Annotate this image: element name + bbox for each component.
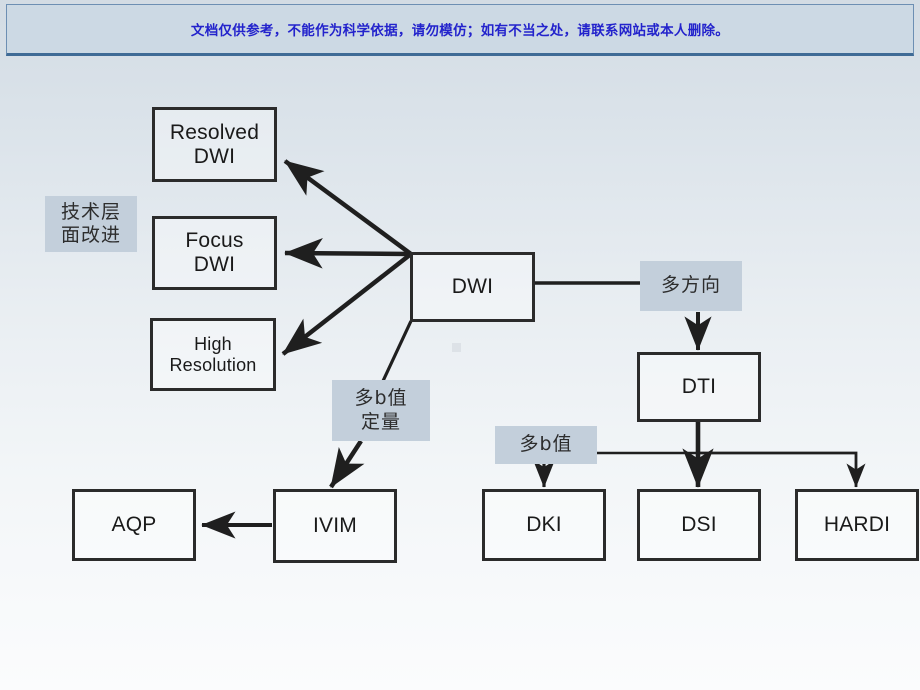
- node-dki-label: DKI: [526, 513, 562, 537]
- disclaimer-text: 文档仅供参考，不能作为科学依据，请勿模仿；如有不当之处，请联系网站或本人删除。: [190, 23, 730, 39]
- node-high-resolution[interactable]: High Resolution: [150, 318, 276, 391]
- node-aqp-label: AQP: [111, 513, 157, 537]
- node-high-resolution-line2: Resolution: [169, 354, 257, 375]
- node-aqp[interactable]: AQP: [72, 489, 196, 561]
- annotation-tech-improvement-line2: 面改进: [60, 224, 121, 246]
- annotation-multi-b-quant: 多b值 定量: [332, 380, 430, 441]
- node-focus-dwi-line2: DWI: [193, 253, 236, 276]
- annotation-tech-improvement: 技术层 面改进: [45, 196, 137, 252]
- node-high-resolution-line1: High: [194, 334, 232, 355]
- edge-multi-b-quant-to-ivim: [329, 439, 365, 489]
- node-resolved-dwi-line2: DWI: [193, 144, 236, 168]
- node-dwi[interactable]: DWI: [410, 252, 535, 322]
- node-resolved-dwi[interactable]: Resolved DWI: [152, 107, 277, 182]
- edge-dwi-to-multi-b-quant: [381, 320, 413, 382]
- node-focus-dwi-line1: Focus: [185, 229, 244, 253]
- node-dti[interactable]: DTI: [637, 352, 761, 422]
- node-resolved-dwi-line1: Resolved: [169, 120, 260, 144]
- annotation-tech-improvement-line1: 技术层: [60, 200, 121, 223]
- edge-dwi-to-high-resolution: [281, 252, 413, 356]
- annotation-multi-direction-line1: 多方向: [660, 274, 721, 297]
- node-focus-dwi[interactable]: Focus DWI: [152, 216, 277, 290]
- node-ivim[interactable]: IVIM: [273, 489, 397, 563]
- stray-marker: [452, 343, 461, 352]
- annotation-multi-b-quant-line1: 多b值: [354, 387, 408, 410]
- edge-dti-to-hardi: [698, 451, 866, 488]
- disclaimer-banner: 文档仅供参考，不能作为科学依据，请勿模仿；如有不当之处，请联系网站或本人删除。: [6, 4, 914, 56]
- edge-dwi-to-resolved-dwi: [283, 159, 413, 256]
- node-hardi[interactable]: HARDI: [795, 489, 919, 561]
- annotation-multi-b-line1: 多b值: [519, 433, 573, 456]
- edge-dwi-to-focus-dwi: [284, 238, 412, 269]
- node-dwi-label: DWI: [451, 275, 494, 299]
- slide-canvas: 文档仅供参考，不能作为科学依据，请勿模仿；如有不当之处，请联系网站或本人删除。: [0, 0, 920, 690]
- node-ivim-label: IVIM: [313, 514, 357, 538]
- annotation-multi-b: 多b值: [495, 426, 597, 464]
- annotation-multi-direction: 多方向: [640, 261, 742, 311]
- node-dsi-label: DSI: [681, 513, 717, 537]
- node-hardi-label: HARDI: [823, 513, 891, 537]
- annotation-multi-b-quant-line2: 定量: [360, 410, 401, 433]
- node-dki[interactable]: DKI: [482, 489, 606, 561]
- node-dsi[interactable]: DSI: [637, 489, 761, 561]
- node-dti-label: DTI: [681, 375, 717, 399]
